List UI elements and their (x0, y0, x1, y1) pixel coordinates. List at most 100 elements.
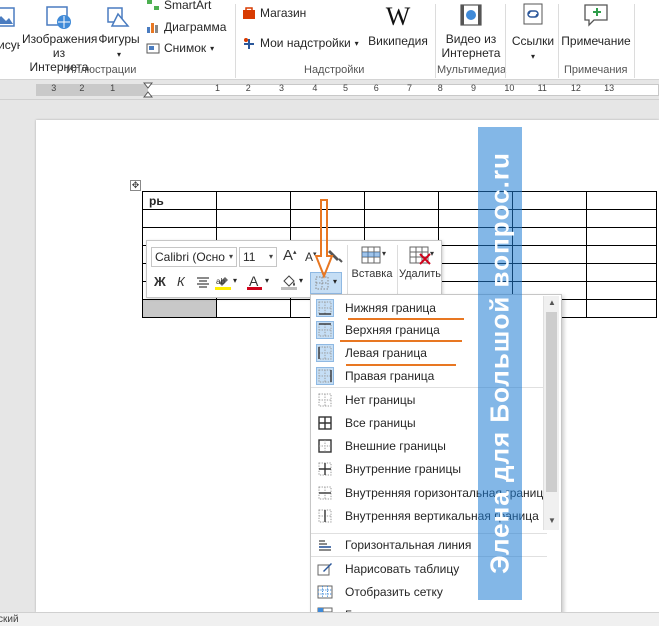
table-cell[interactable] (216, 299, 291, 318)
table-cell[interactable] (142, 209, 217, 228)
font-color-button[interactable]: A ▾ (247, 273, 275, 292)
mini-toolbar-separator (347, 245, 348, 295)
pictures-button[interactable] (0, 4, 20, 34)
store-icon (243, 7, 255, 19)
ruler-number: 6 (373, 83, 379, 93)
bold-button[interactable]: Ж (154, 274, 166, 289)
font-name-dropdown-arrow-icon[interactable]: ▾ (229, 248, 233, 266)
addins-group-label: Надстройки (304, 64, 365, 76)
font-size-combobox[interactable]: 11 ▾ (239, 247, 277, 267)
scroll-up-arrow-icon[interactable]: ▲ (544, 296, 560, 310)
border-grid-icon (317, 585, 333, 599)
shading-button[interactable]: ▾ (281, 274, 309, 292)
table-cell[interactable] (586, 227, 657, 246)
ruler-number: 2 (79, 83, 85, 93)
ruler-number: 12 (570, 83, 581, 93)
menu-item-label: Горизонтальная линия (345, 538, 472, 552)
table-cell-selected[interactable] (142, 299, 217, 318)
wikipedia-icon: W (385, 2, 411, 31)
ruler-number: 13 (604, 83, 615, 93)
border-left-icon (316, 344, 334, 362)
ruler-number: 1 (110, 83, 116, 93)
font-size-dropdown-arrow-icon[interactable]: ▾ (269, 248, 273, 266)
table-cell[interactable] (364, 191, 439, 210)
chart-button[interactable]: Диаграмма (146, 20, 226, 34)
table-cell[interactable]: рь (142, 191, 217, 210)
highlight-dropdown-arrow-icon[interactable]: ▾ (233, 276, 237, 285)
orange-underline-annotation (346, 364, 456, 366)
menu-item-label: Левая граница (345, 346, 427, 360)
font-name-combobox[interactable]: Calibri (Осно ▾ (151, 247, 237, 267)
screenshot-label: Снимок (164, 41, 207, 55)
shading-dropdown-arrow-icon[interactable]: ▾ (299, 276, 303, 285)
scroll-thumb[interactable] (546, 312, 557, 492)
media-group-label: Мультимедиа (437, 64, 507, 76)
table-cell[interactable] (512, 227, 587, 246)
scroll-down-arrow-icon[interactable]: ▼ (544, 514, 560, 528)
ruler-number: 11 (537, 83, 547, 93)
table-cell[interactable] (512, 191, 587, 210)
italic-icon: К (177, 274, 185, 289)
orange-underline-annotation (348, 318, 464, 320)
table-cell[interactable] (512, 263, 587, 282)
border-draw-icon (317, 563, 332, 576)
comment-button[interactable]: Примечание (560, 2, 632, 48)
table-row (142, 209, 657, 228)
ribbon-separator (634, 4, 635, 78)
picture-icon (0, 7, 15, 27)
insert-table-button[interactable]: ▾ Вставка (349, 245, 395, 280)
indent-marker-icon[interactable] (143, 82, 153, 98)
align-center-icon[interactable] (196, 277, 210, 289)
border-right-icon (316, 367, 334, 385)
border-inner-h-icon (318, 486, 332, 500)
table-cell[interactable] (586, 245, 657, 264)
shapes-button[interactable]: Фигуры ▾ (97, 4, 141, 62)
menu-scrollbar[interactable]: ▲ ▼ (543, 296, 559, 530)
horizontal-ruler[interactable]: 3 2 1 1 2 3 4 5 6 7 8 9 10 11 12 13 (0, 80, 659, 100)
table-cell[interactable] (512, 245, 587, 264)
font-size-value: 11 (243, 250, 256, 264)
ruler-number: 7 (407, 83, 413, 93)
italic-button[interactable]: К (177, 274, 185, 289)
table-move-handle-icon[interactable]: ✥ (130, 180, 141, 191)
online-video-label: Видео из Интернета (441, 32, 501, 60)
illustrations-group-label: Иллюстрации (66, 64, 137, 76)
shrink-font-icon: A (305, 250, 314, 264)
highlighter-icon: ab (215, 277, 231, 290)
table-cell[interactable] (586, 209, 657, 228)
links-label: Ссылки (511, 34, 555, 48)
ruler-number: 4 (312, 83, 318, 93)
chart-icon (147, 23, 158, 33)
store-button[interactable]: Магазин (242, 6, 306, 20)
language-indicator[interactable]: ский (0, 614, 19, 625)
table-cell[interactable] (586, 191, 657, 210)
table-cell[interactable] (586, 299, 657, 318)
highlight-button[interactable]: ab ▾ (215, 274, 243, 292)
table-cell[interactable] (364, 209, 439, 228)
delete-dropdown-arrow-icon[interactable]: ▾ (430, 249, 434, 258)
border-inner-v-icon (318, 509, 332, 523)
smartart-button[interactable]: SmartArt (146, 0, 211, 12)
my-addins-button[interactable]: Мои надстройки ▾ (242, 36, 359, 50)
grow-font-button[interactable]: A▴ (283, 247, 297, 264)
table-cell[interactable] (216, 191, 291, 210)
delete-table-button[interactable]: ▾ Удалить (397, 245, 443, 280)
font-color-dropdown-arrow-icon[interactable]: ▾ (265, 276, 269, 285)
table-cell[interactable] (512, 209, 587, 228)
wikipedia-button[interactable]: W Википедия (366, 2, 430, 48)
table-cell[interactable] (216, 209, 291, 228)
ribbon-separator (505, 4, 506, 78)
table-cell[interactable] (586, 281, 657, 300)
insert-dropdown-arrow-icon[interactable]: ▾ (382, 249, 386, 258)
menu-item-label: Верхняя граница (345, 323, 440, 337)
online-video-button[interactable]: Видео из Интернета (440, 2, 502, 60)
ruler-number: 8 (437, 83, 443, 93)
chart-label: Диаграмма (164, 20, 227, 34)
shapes-icon (107, 7, 130, 27)
smartart-icon (147, 0, 159, 10)
shapes-label: Фигуры (98, 32, 140, 46)
links-button[interactable]: Ссылки ▾ (508, 2, 558, 64)
table-cell[interactable] (586, 263, 657, 282)
screenshot-button[interactable]: Снимок ▾ (146, 41, 214, 55)
table-cell-text: рь (149, 193, 164, 208)
